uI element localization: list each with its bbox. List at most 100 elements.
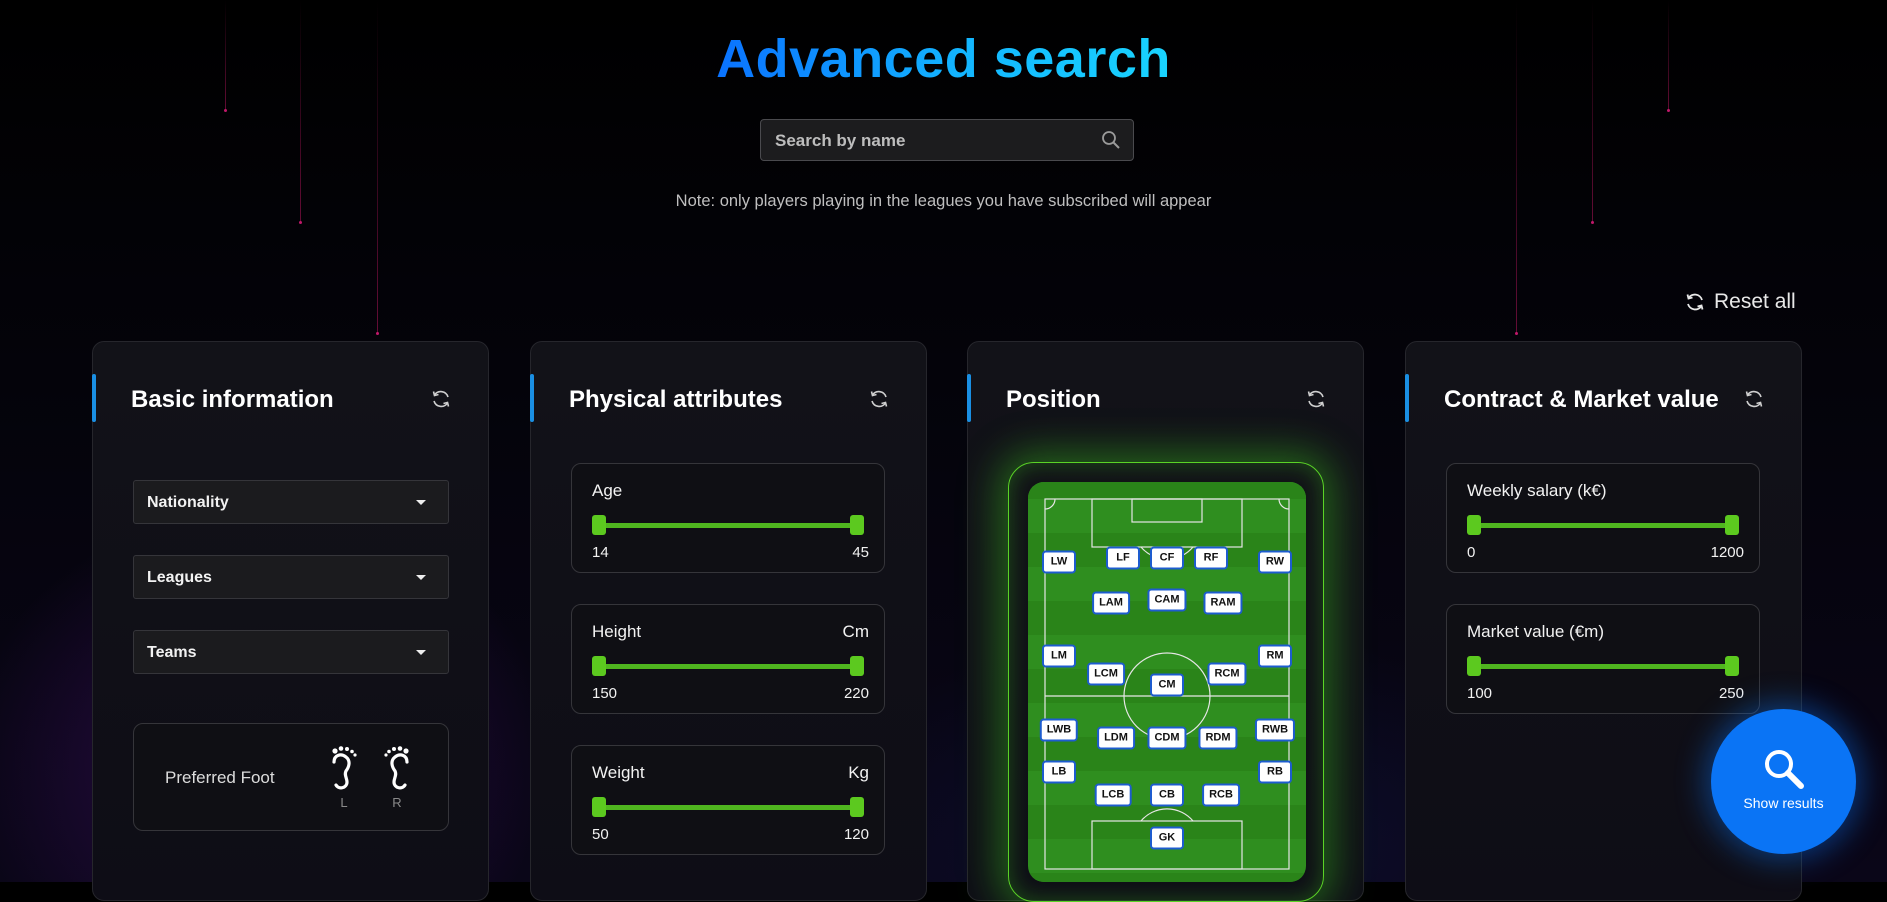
- position-card: Position LW LF CF RF RW LAM CAM RAM LM L…: [967, 341, 1364, 902]
- slider-min-value: 0: [1467, 544, 1476, 561]
- slider-unit: Kg: [848, 763, 869, 782]
- teams-dropdown[interactable]: Teams: [133, 630, 449, 674]
- position-lam[interactable]: LAM: [1092, 591, 1130, 615]
- caret-down-icon: [416, 575, 426, 580]
- position-lwb[interactable]: LWB: [1039, 718, 1079, 742]
- slider-track[interactable]: [1473, 664, 1733, 669]
- search-icon: [1765, 750, 1804, 789]
- card-accent: [1405, 374, 1409, 422]
- slider-track[interactable]: [598, 664, 858, 669]
- position-rb[interactable]: RB: [1258, 760, 1292, 784]
- slider-min-handle[interactable]: [1467, 515, 1481, 535]
- left-foot-toggle[interactable]: L: [324, 744, 364, 810]
- position-cam[interactable]: CAM: [1147, 588, 1187, 612]
- slider-unit: Cm: [842, 622, 869, 641]
- slider-label: Height: [592, 622, 642, 641]
- subscription-note: Note: only players playing in the league…: [675, 192, 1212, 210]
- card-accent: [92, 374, 96, 422]
- slider-min-value: 150: [592, 685, 618, 702]
- position-lf[interactable]: LF: [1106, 546, 1140, 570]
- right-foot-toggle[interactable]: R: [377, 744, 417, 810]
- position-lm[interactable]: LM: [1042, 644, 1076, 668]
- basic-information-card: Basic information Nationality Leagues Te…: [92, 341, 489, 901]
- search-icon[interactable]: [1101, 130, 1121, 150]
- footprint-icon: [384, 746, 409, 790]
- position-rm[interactable]: RM: [1258, 644, 1292, 668]
- position-cm[interactable]: CM: [1150, 673, 1184, 697]
- dropdown-label: Leagues: [147, 569, 212, 586]
- dropdown-label: Nationality: [147, 494, 229, 511]
- pitch-frame: LW LF CF RF RW LAM CAM RAM LM LCM CM RCM RM LWB LDM CDM…: [1008, 462, 1324, 902]
- position-lw[interactable]: LW: [1042, 550, 1076, 574]
- refresh-icon[interactable]: [868, 388, 890, 410]
- slider-max-handle[interactable]: [850, 515, 864, 535]
- slider-max-handle[interactable]: [1725, 515, 1739, 535]
- caret-down-icon: [416, 650, 426, 655]
- right-foot-letter: R: [392, 795, 402, 810]
- search-input[interactable]: [773, 120, 1097, 162]
- position-rw[interactable]: RW: [1258, 550, 1292, 574]
- card-accent: [967, 374, 971, 422]
- position-ram[interactable]: RAM: [1203, 591, 1243, 615]
- show-results-button[interactable]: Show results: [1711, 709, 1856, 854]
- card-title: Position: [1006, 386, 1101, 413]
- position-lcm[interactable]: LCM: [1087, 662, 1125, 686]
- slider-max-value: 250: [1718, 685, 1744, 702]
- market-value-slider: Market value (€m) 100 250: [1446, 604, 1760, 714]
- card-title: Contract & Market value: [1444, 386, 1719, 413]
- preferred-foot-box: Preferred Foot L R: [133, 723, 449, 831]
- slider-min-handle[interactable]: [592, 797, 606, 817]
- reset-all-button[interactable]: Reset all: [1684, 290, 1796, 314]
- weight-slider: Weight Kg 50 120: [571, 745, 885, 855]
- slider-min-value: 50: [592, 826, 609, 843]
- slider-max-value: 220: [843, 685, 869, 702]
- age-slider: Age 14 45: [571, 463, 885, 573]
- leagues-dropdown[interactable]: Leagues: [133, 555, 449, 599]
- position-lb[interactable]: LB: [1042, 760, 1076, 784]
- position-cdm[interactable]: CDM: [1147, 726, 1187, 750]
- preferred-foot-label: Preferred Foot: [165, 768, 275, 787]
- card-title: Physical attributes: [569, 386, 783, 413]
- refresh-icon[interactable]: [1743, 388, 1765, 410]
- position-rf[interactable]: RF: [1194, 546, 1228, 570]
- slider-max-value: 1200: [1710, 544, 1744, 561]
- refresh-icon[interactable]: [1305, 388, 1327, 410]
- height-slider: Height Cm 150 220: [571, 604, 885, 714]
- show-results-label: Show results: [1743, 795, 1824, 811]
- position-cb[interactable]: CB: [1150, 783, 1184, 807]
- position-rwb[interactable]: RWB: [1254, 718, 1296, 742]
- position-cf[interactable]: CF: [1150, 546, 1184, 570]
- nationality-dropdown[interactable]: Nationality: [133, 480, 449, 524]
- slider-track[interactable]: [598, 805, 858, 810]
- slider-label: Market value (€m): [1467, 622, 1604, 641]
- position-rcb[interactable]: RCB: [1202, 783, 1240, 807]
- slider-min-handle[interactable]: [1467, 656, 1481, 676]
- slider-label: Age: [592, 481, 623, 500]
- footprint-icon: [332, 746, 357, 790]
- refresh-icon[interactable]: [430, 388, 452, 410]
- physical-attributes-card: Physical attributes Age 14 45 Height Cm …: [530, 341, 927, 901]
- position-rdm[interactable]: RDM: [1198, 726, 1238, 750]
- slider-track[interactable]: [598, 523, 858, 528]
- caret-down-icon: [416, 500, 426, 505]
- page-title: Advanced search: [716, 29, 1171, 89]
- weekly-salary-slider: Weekly salary (k€) 0 1200: [1446, 463, 1760, 573]
- slider-track[interactable]: [1473, 523, 1733, 528]
- position-lcb[interactable]: LCB: [1094, 783, 1132, 807]
- slider-max-handle[interactable]: [850, 797, 864, 817]
- left-foot-letter: L: [340, 795, 348, 810]
- slider-min-value: 100: [1467, 685, 1493, 702]
- slider-min-handle[interactable]: [592, 515, 606, 535]
- slider-min-handle[interactable]: [592, 656, 606, 676]
- search-box[interactable]: [760, 119, 1134, 162]
- position-gk[interactable]: GK: [1150, 826, 1184, 850]
- slider-max-handle[interactable]: [850, 656, 864, 676]
- position-ldm[interactable]: LDM: [1097, 726, 1135, 750]
- slider-max-handle[interactable]: [1725, 656, 1739, 676]
- position-rcm[interactable]: RCM: [1207, 662, 1247, 686]
- slider-max-value: 120: [843, 826, 869, 843]
- refresh-icon: [1686, 293, 1704, 311]
- football-pitch: LW LF CF RF RW LAM CAM RAM LM LCM CM RCM RM LWB LDM CDM…: [1028, 482, 1306, 882]
- dropdown-label: Teams: [147, 644, 197, 661]
- card-title: Basic information: [131, 386, 334, 413]
